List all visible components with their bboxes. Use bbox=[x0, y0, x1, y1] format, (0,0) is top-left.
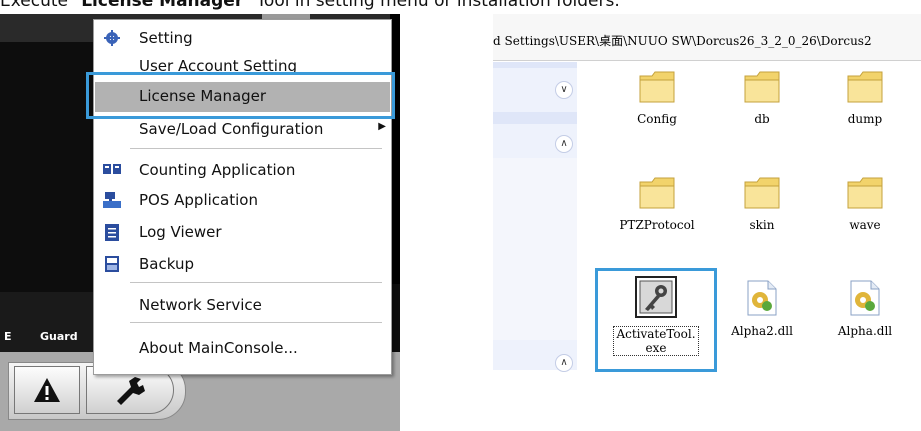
gear-icon bbox=[103, 30, 121, 48]
folder-item[interactable]: PTZProtocol bbox=[612, 176, 702, 232]
wrench-icon bbox=[117, 377, 145, 405]
log-icon bbox=[103, 224, 121, 242]
menu-item-label: Network Service bbox=[139, 296, 262, 314]
menu-item-label: Save/Load Configuration bbox=[139, 120, 324, 138]
activate-tool-highlight bbox=[595, 268, 717, 372]
folder-icon bbox=[847, 71, 883, 103]
caption-bold: License Manager bbox=[81, 0, 244, 11]
menu-item-about-mainconsole[interactable]: About MainConsole... bbox=[95, 334, 390, 364]
alert-button[interactable] bbox=[14, 366, 80, 414]
file-name: dump bbox=[847, 112, 883, 126]
menu-item-label: About MainConsole... bbox=[139, 339, 298, 357]
menu-item-network-service[interactable]: Network Service bbox=[95, 291, 390, 321]
menu-item-setting[interactable]: Setting bbox=[95, 24, 390, 54]
caption-prefix: Execute " bbox=[0, 0, 82, 11]
backup-icon bbox=[103, 256, 121, 274]
menu-item-pos-application[interactable]: POS Application bbox=[95, 186, 390, 216]
menu-item-label: Setting bbox=[139, 29, 193, 47]
pos-icon bbox=[103, 192, 121, 210]
chevron-up-icon[interactable]: ∧ bbox=[555, 354, 573, 372]
chevron-down-icon[interactable]: ∨ bbox=[555, 81, 573, 99]
folder-icon bbox=[639, 177, 675, 209]
submenu-arrow-icon: ▶ bbox=[378, 121, 386, 132]
address-bar[interactable]: d Settings\USER\桌面\NUUO SW\Dorcus26_3_2_… bbox=[493, 14, 921, 61]
folder-item[interactable]: dump bbox=[820, 70, 910, 126]
menu-item-counting-application[interactable]: Counting Application bbox=[95, 156, 390, 186]
menu-item-label: Log Viewer bbox=[139, 223, 222, 241]
folder-icon bbox=[847, 177, 883, 209]
menu-separator bbox=[130, 282, 382, 283]
folder-item[interactable]: Config bbox=[612, 70, 702, 126]
file-name: db bbox=[754, 112, 770, 126]
menu-separator bbox=[130, 148, 382, 149]
tab-bar bbox=[0, 292, 95, 352]
folder-icon bbox=[744, 177, 780, 209]
task-pane-section bbox=[493, 158, 578, 342]
file-name: PTZProtocol bbox=[619, 218, 695, 232]
warning-icon bbox=[34, 378, 60, 402]
menu-item-save-load-configuration[interactable]: Save/Load Configuration ▶ bbox=[95, 115, 390, 145]
folder-item[interactable]: wave bbox=[820, 176, 910, 232]
address-path: d Settings\USER\桌面\NUUO SW\Dorcus26_3_2_… bbox=[493, 34, 872, 48]
file-name: wave bbox=[849, 218, 881, 232]
folder-item[interactable]: skin bbox=[717, 176, 807, 232]
tab-guard[interactable]: Guard bbox=[40, 330, 78, 343]
menu-item-backup[interactable]: Backup bbox=[95, 250, 390, 280]
folder-icon bbox=[639, 71, 675, 103]
counting-icon bbox=[103, 162, 121, 180]
menu-separator bbox=[130, 322, 382, 323]
dll-gear-icon bbox=[850, 280, 880, 316]
dll-item[interactable]: Alpha2.dll bbox=[717, 280, 807, 338]
dll-gear-icon bbox=[747, 280, 777, 316]
license-manager-highlight bbox=[86, 72, 395, 119]
menu-item-label: Counting Application bbox=[139, 161, 296, 179]
instruction-caption: Execute "License Manager" Tool in settin… bbox=[0, 0, 620, 11]
folder-item[interactable]: db bbox=[717, 70, 807, 126]
dll-item[interactable]: Alpha.dll bbox=[820, 280, 910, 338]
file-name: skin bbox=[749, 218, 775, 232]
file-name: Alpha2.dll bbox=[731, 324, 793, 338]
chevron-up-icon[interactable]: ∧ bbox=[555, 135, 573, 153]
tab-e[interactable]: E bbox=[4, 330, 12, 343]
file-name: Alpha.dll bbox=[837, 324, 893, 338]
menu-item-log-viewer[interactable]: Log Viewer bbox=[95, 218, 390, 248]
folder-icon bbox=[744, 71, 780, 103]
caption-suffix: " Tool in setting menu or installation f… bbox=[243, 0, 620, 11]
menu-item-label: Backup bbox=[139, 255, 194, 273]
menu-item-label: POS Application bbox=[139, 191, 258, 209]
file-name: Config bbox=[637, 112, 677, 126]
